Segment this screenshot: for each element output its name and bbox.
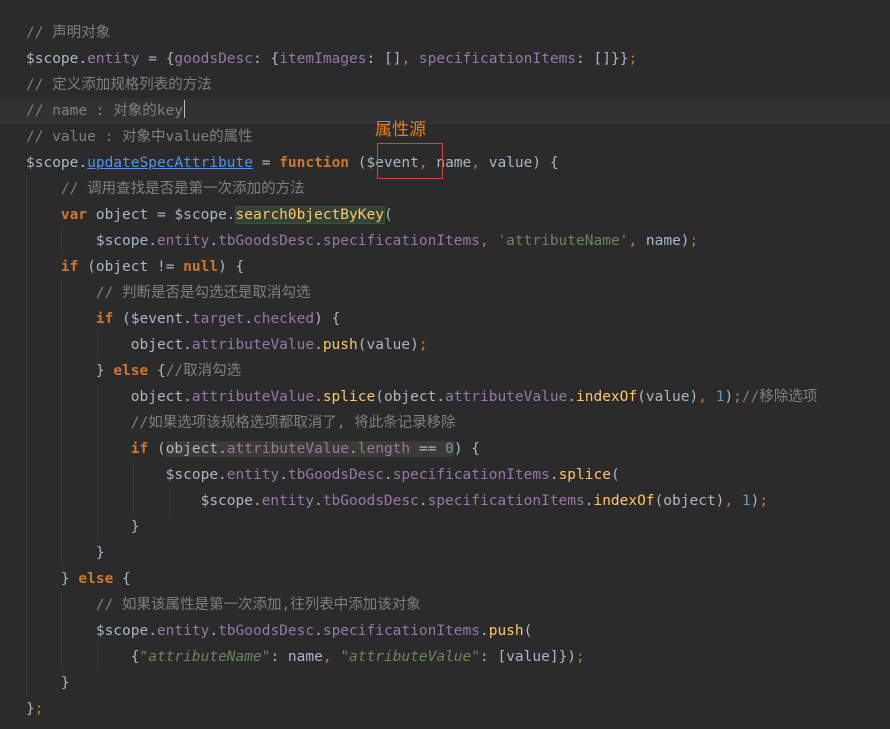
- comment: // 调用查找是否是第一次添加的方法: [60, 181, 305, 197]
- comment: // value : 对象中value的属性: [26, 129, 253, 145]
- code-line[interactable]: // 定义添加规格列表的方法: [0, 72, 890, 98]
- code-line[interactable]: //如果选项该规格选项都取消了, 将此条记录移除: [0, 410, 890, 436]
- code-line[interactable]: }: [0, 514, 890, 540]
- comment: //取消勾选: [165, 363, 242, 379]
- code-line-current[interactable]: // name : 对象的key: [0, 98, 890, 124]
- function-name-link[interactable]: updateSpecAttribute: [87, 155, 253, 171]
- comment: // 定义添加规格列表的方法: [26, 77, 212, 93]
- code-line[interactable]: $scope.entity.tbGoodsDesc.specificationI…: [0, 488, 890, 514]
- comment: // 如果该属性是第一次添加,往列表中添加该对象: [95, 597, 421, 613]
- code-line[interactable]: $scope.updateSpecAttribute = function ($…: [0, 150, 890, 176]
- code-line[interactable]: // 声明对象: [0, 20, 890, 46]
- code-line[interactable]: } else {//取消勾选: [0, 358, 890, 384]
- code-line[interactable]: if ($event.target.checked) {: [0, 306, 890, 332]
- code-line[interactable]: };: [0, 696, 890, 722]
- code-line[interactable]: // value : 对象中value的属性: [0, 124, 890, 150]
- comment: //移除选项: [741, 389, 818, 405]
- comment: // 声明对象: [26, 25, 111, 41]
- comment: // 判断是否是勾选还是取消勾选: [95, 285, 311, 301]
- code-line[interactable]: $scope.entity.tbGoodsDesc.specificationI…: [0, 228, 890, 254]
- code-line[interactable]: }: [0, 540, 890, 566]
- code-line[interactable]: } else {: [0, 566, 890, 592]
- text-cursor: [184, 100, 185, 118]
- code-line[interactable]: // 如果该属性是第一次添加,往列表中添加该对象: [0, 592, 890, 618]
- comment: //如果选项该规格选项都取消了, 将此条记录移除: [130, 415, 456, 431]
- code-line[interactable]: $scope.entity.tbGoodsDesc.specificationI…: [0, 462, 890, 488]
- search-function-call[interactable]: search0bjectByKey: [234, 206, 385, 224]
- code-line[interactable]: if (object.attributeValue.length == 0) {: [0, 436, 890, 462]
- code-line[interactable]: // 判断是否是勾选还是取消勾选: [0, 280, 890, 306]
- annotation-box: [377, 143, 443, 179]
- code-line[interactable]: {"attributeName": name, "attributeValue"…: [0, 644, 890, 670]
- code-line[interactable]: }: [0, 670, 890, 696]
- code-line[interactable]: if (object != null) {: [0, 254, 890, 280]
- code-line[interactable]: object.attributeValue.push(value);: [0, 332, 890, 358]
- code-editor[interactable]: // 声明对象 $scope.entity = {goodsDesc: {ite…: [0, 20, 890, 722]
- annotation-label: 属性源: [375, 120, 426, 140]
- code-line[interactable]: var object = $scope.search0bjectByKey(: [0, 202, 890, 228]
- comment: // name : 对象的key: [26, 103, 183, 119]
- code-line[interactable]: $scope.entity.tbGoodsDesc.specificationI…: [0, 618, 890, 644]
- code-line[interactable]: // 调用查找是否是第一次添加的方法: [0, 176, 890, 202]
- code-line[interactable]: object.attributeValue.splice(object.attr…: [0, 384, 890, 410]
- code-line[interactable]: $scope.entity = {goodsDesc: {itemImages:…: [0, 46, 890, 72]
